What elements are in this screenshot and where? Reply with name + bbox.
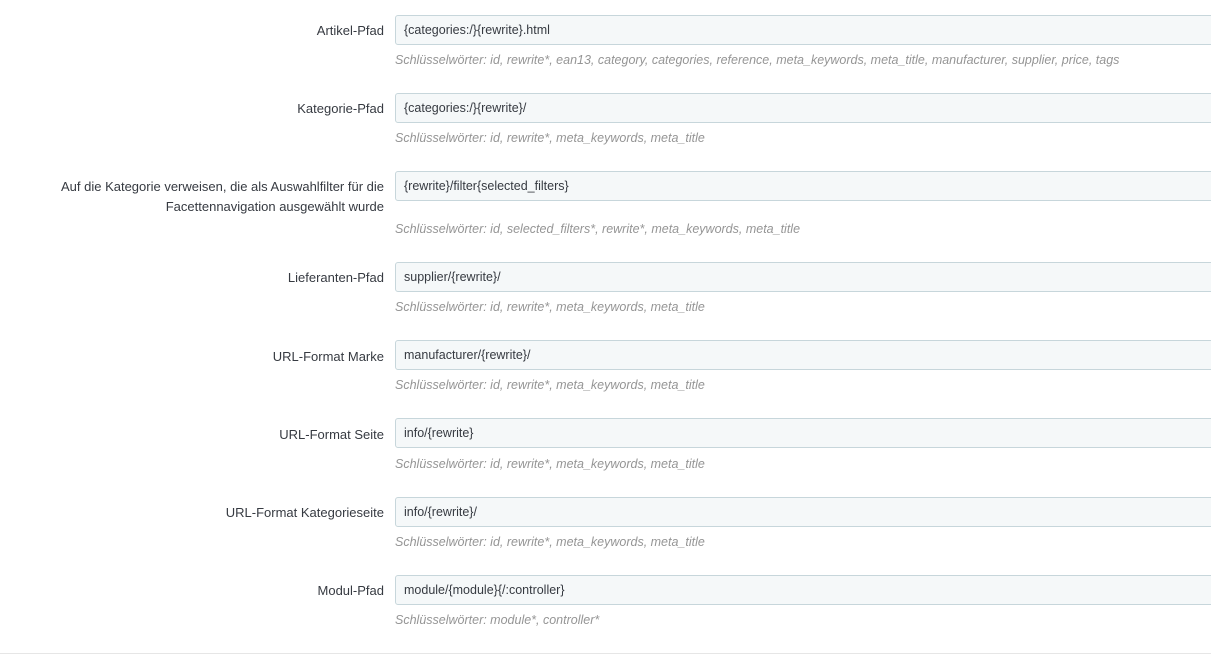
field-label-module-route: Modul-Pfad (317, 583, 384, 598)
help-text-category-route: Schlüsselwörter: id, rewrite*, meta_keyw… (395, 131, 705, 145)
module-route-input[interactable] (395, 575, 1211, 605)
category-route-input[interactable] (395, 93, 1211, 123)
manufacturer-route-input[interactable] (395, 340, 1211, 370)
panel-divider (0, 653, 1211, 654)
field-label-layered-rule-line1: Auf die Kategorie verweisen, die als Aus… (60, 179, 384, 194)
layered-rule-input[interactable] (395, 171, 1211, 201)
field-label-layered-rule-line2: Facettennavigation ausgewählt wurde (165, 199, 384, 214)
help-text-cms-category-route: Schlüsselwörter: id, rewrite*, meta_keyw… (395, 535, 705, 549)
help-text-module-route: Schlüsselwörter: module*, controller* (395, 613, 600, 627)
help-text-layered-rule: Schlüsselwörter: id, selected_filters*, … (395, 222, 801, 236)
field-label-manufacturer-route: URL-Format Marke (272, 349, 384, 364)
field-label-supplier-route: Lieferanten-Pfad (287, 270, 384, 285)
url-routes-form: Artikel-Pfad Schlüsselwörter: id, rewrit… (0, 0, 1211, 657)
field-label-cms-route: URL-Format Seite (279, 427, 384, 442)
field-label-layered-rule: Auf die Kategorie verweisen, die als Aus… (20, 177, 384, 217)
help-text-supplier-route: Schlüsselwörter: id, rewrite*, meta_keyw… (395, 300, 705, 314)
field-label-product-route: Artikel-Pfad (316, 23, 384, 38)
cms-category-route-input[interactable] (395, 497, 1211, 527)
field-label-category-route: Kategorie-Pfad (297, 101, 384, 116)
help-text-cms-route: Schlüsselwörter: id, rewrite*, meta_keyw… (395, 457, 705, 471)
field-label-cms-category-route: URL-Format Kategorieseite (225, 505, 384, 520)
help-text-manufacturer-route: Schlüsselwörter: id, rewrite*, meta_keyw… (395, 378, 705, 392)
supplier-route-input[interactable] (395, 262, 1211, 292)
cms-route-input[interactable] (395, 418, 1211, 448)
product-route-input[interactable] (395, 15, 1211, 45)
help-text-product-route: Schlüsselwörter: id, rewrite*, ean13, ca… (395, 53, 1120, 67)
